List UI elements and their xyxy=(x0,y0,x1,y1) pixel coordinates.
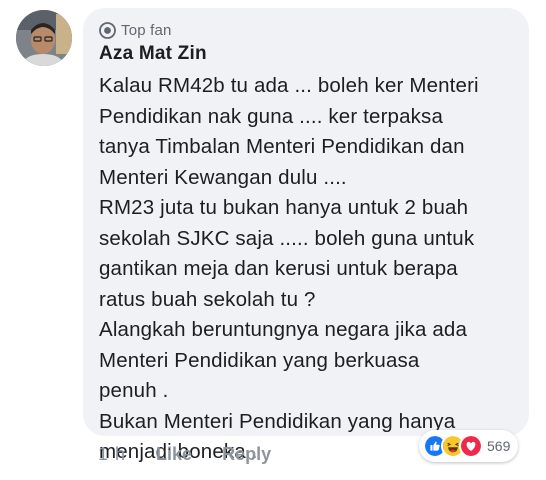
avatar[interactable] xyxy=(16,10,72,66)
comment-line: penuh . xyxy=(99,379,169,402)
comment-line: sekolah SJKC saja ..... boleh guna untuk xyxy=(99,226,475,250)
comment-text: Kalau RM42b tu ada ... boleh ker Menteri… xyxy=(99,71,513,468)
comment-line: Alangkah beruntungnya negara jika ada xyxy=(99,318,467,341)
comment-line: RM23 juta tu bukan hanya untuk 2 buah xyxy=(99,196,469,219)
reaction-count: 569 xyxy=(487,438,511,454)
comment-line: Menteri Pendidikan yang berkuasa xyxy=(99,348,420,372)
badge-label: Top fan xyxy=(121,21,172,39)
comment-container: Top fan Aza Mat Zin Kalau RM42b tu ada .… xyxy=(0,0,546,480)
comment-actions: 1 h Like Reply xyxy=(98,440,271,468)
reactions-summary[interactable]: 569 xyxy=(419,430,519,462)
love-icon xyxy=(459,434,483,458)
comment-bubble: Top fan Aza Mat Zin Kalau RM42b tu ada .… xyxy=(83,8,529,463)
comment-line: gantikan meja dan kerusi untuk berapa xyxy=(99,257,458,280)
like-button[interactable]: Like xyxy=(156,444,192,465)
comment-line: Menteri Kewangan dulu .... xyxy=(99,165,347,189)
author-name[interactable]: Aza Mat Zin xyxy=(99,43,513,67)
timestamp[interactable]: 1 h xyxy=(98,444,126,465)
comment-line: Kalau RM42b tu ada ... boleh ker Menteri xyxy=(99,74,479,97)
profile-photo-icon xyxy=(16,10,72,66)
top-fan-icon xyxy=(99,21,116,39)
comment-line: ratus buah sekolah tu ? xyxy=(99,287,316,311)
comment-line: Pendidikan nak guna .... ker terpaksa xyxy=(99,104,444,128)
reply-button[interactable]: Reply xyxy=(222,444,271,465)
comment-line: tanya Timbalan Menteri Pendidikan dan xyxy=(99,135,465,158)
top-fan-badge: Top fan xyxy=(99,20,513,40)
